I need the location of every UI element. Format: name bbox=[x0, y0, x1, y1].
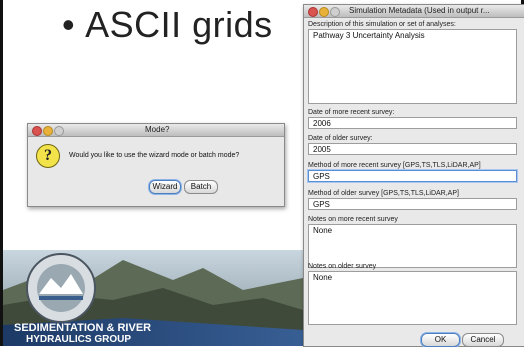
wizard-button[interactable]: Wizard bbox=[149, 180, 181, 194]
close-icon[interactable] bbox=[32, 126, 42, 136]
mode-dialog-titlebar[interactable]: Mode? bbox=[28, 124, 284, 137]
older-date-input[interactable]: 2005 bbox=[308, 143, 517, 155]
mode-dialog: Mode? ? Would you like to use the wizard… bbox=[27, 123, 285, 207]
batch-button[interactable]: Batch bbox=[184, 180, 218, 194]
zoom-icon[interactable] bbox=[54, 126, 64, 136]
older-notes-label: Notes on older survey bbox=[308, 263, 377, 270]
older-method-label: Method of older survey [GPS,TS,TLS,LiDAR… bbox=[308, 190, 459, 197]
mode-dialog-title: Mode? bbox=[145, 125, 170, 134]
recent-date-input[interactable]: 2006 bbox=[308, 117, 517, 129]
older-notes-textarea[interactable]: None bbox=[308, 271, 517, 325]
recent-method-label: Method of more recent survey [GPS,TS,TLS… bbox=[308, 162, 481, 169]
metadata-window-titlebar[interactable]: Simulation Metadata (Used in output r... bbox=[304, 5, 524, 18]
recent-date-label: Date of more recent survey: bbox=[308, 109, 395, 116]
close-icon[interactable] bbox=[308, 7, 318, 17]
recent-notes-label: Notes on more recent survey bbox=[308, 216, 398, 223]
logo-line1: SEDIMENTATION & RIVER bbox=[14, 322, 152, 334]
minimize-icon[interactable] bbox=[43, 126, 53, 136]
reclamation-seal bbox=[26, 253, 96, 323]
mode-dialog-body: ? Would you like to use the wizard mode … bbox=[28, 137, 284, 206]
metadata-window-title: Simulation Metadata (Used in output r... bbox=[349, 6, 490, 15]
question-icon: ? bbox=[36, 144, 60, 168]
minimize-icon[interactable] bbox=[319, 7, 329, 17]
recent-method-input[interactable]: GPS bbox=[308, 170, 517, 182]
recent-notes-textarea[interactable]: None bbox=[308, 224, 517, 268]
slide-bullet: • ASCII grids bbox=[62, 4, 273, 46]
bullet-symbol: • bbox=[62, 4, 76, 45]
description-textarea[interactable]: Pathway 3 Uncertainty Analysis bbox=[308, 29, 517, 104]
ok-button[interactable]: OK bbox=[421, 333, 460, 347]
zoom-icon[interactable] bbox=[330, 7, 340, 17]
bullet-text: ASCII grids bbox=[85, 4, 273, 45]
metadata-form: Description of this simulation or set of… bbox=[304, 18, 524, 347]
description-label: Description of this simulation or set of… bbox=[308, 21, 456, 28]
older-date-label: Date of older survey: bbox=[308, 135, 373, 142]
cancel-button[interactable]: Cancel bbox=[462, 333, 504, 347]
mode-question-text: Would you like to use the wizard mode or… bbox=[69, 152, 240, 159]
older-method-input[interactable]: GPS bbox=[308, 198, 517, 210]
logo-line2: HYDRAULICS GROUP bbox=[26, 334, 132, 345]
metadata-window: Simulation Metadata (Used in output r...… bbox=[303, 4, 524, 347]
